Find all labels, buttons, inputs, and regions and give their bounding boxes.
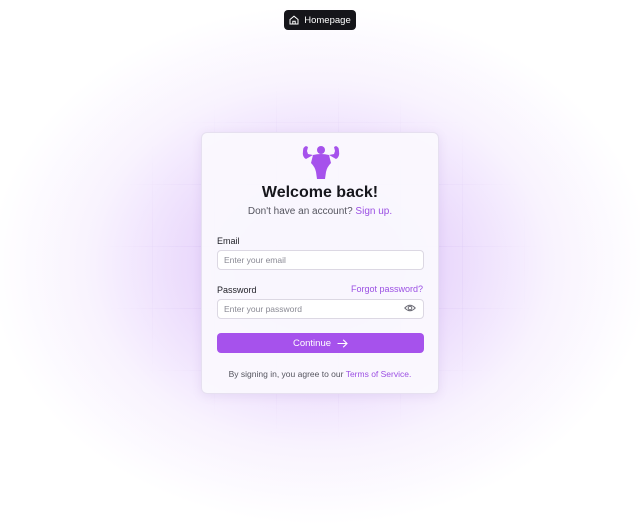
login-card: Welcome back! Don't have an account? Sig… [201, 132, 439, 394]
terms-notice: By signing in, you agree to our Terms of… [202, 369, 438, 379]
homepage-label: Homepage [304, 14, 351, 26]
terms-of-service-link[interactable]: Terms of Service. [346, 369, 412, 379]
email-label: Email [217, 236, 240, 246]
forgot-password-link[interactable]: Forgot password? [351, 284, 423, 294]
continue-button[interactable]: Continue [217, 333, 424, 353]
password-field[interactable] [217, 299, 424, 319]
signup-prompt-text: Don't have an account? [247, 206, 353, 217]
email-field[interactable] [217, 250, 424, 270]
signup-link[interactable]: Sign up. [355, 206, 392, 217]
page-title: Welcome back! [261, 184, 379, 201]
eye-icon[interactable] [404, 303, 416, 313]
continue-label: Continue [292, 337, 332, 349]
arrow-right-icon [337, 338, 348, 348]
password-label: Password [217, 285, 257, 295]
home-icon [289, 15, 299, 25]
strongman-icon [302, 146, 340, 179]
terms-text: By signing in, you agree to our [228, 369, 344, 379]
homepage-button[interactable]: Homepage [284, 10, 356, 30]
signup-prompt: Don't have an account? Sign up. [202, 206, 438, 217]
